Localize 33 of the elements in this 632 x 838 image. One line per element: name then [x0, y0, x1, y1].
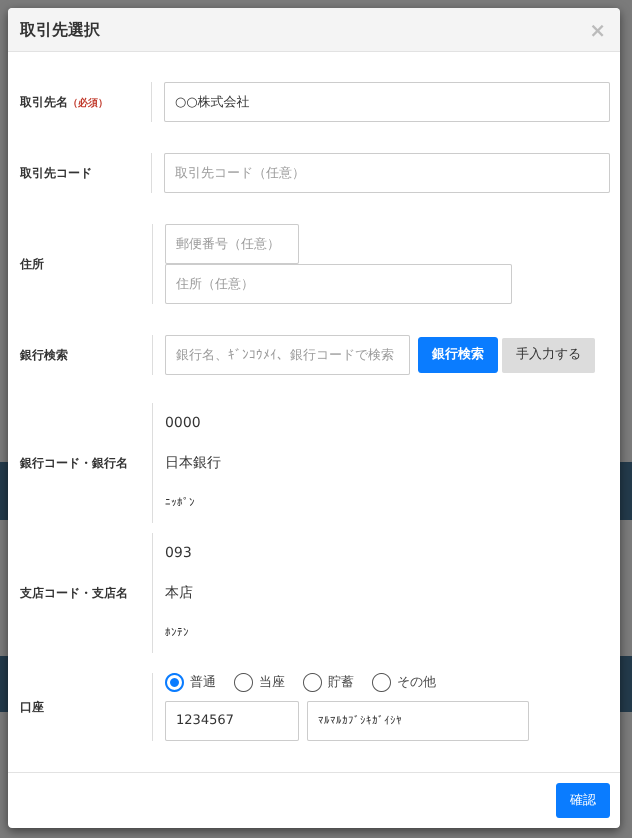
radio-button[interactable] — [165, 673, 184, 692]
radio-button[interactable] — [303, 673, 322, 692]
account-number-field[interactable]: 1234567 — [165, 700, 299, 740]
radio-label: 貯蓄 — [328, 674, 354, 692]
postal-code-field[interactable]: 郵便番号（任意） — [165, 224, 299, 264]
code-text: 093 — [165, 544, 192, 562]
address-field[interactable]: 住所（任意） — [165, 264, 512, 304]
kana-text: ﾆｯﾎﾟﾝ — [165, 494, 195, 511]
manual-entry-button[interactable]: 手入力する — [502, 338, 595, 372]
field-label: 口座 — [20, 700, 44, 714]
radio-label: 当座 — [259, 674, 285, 692]
field-label: 銀行検索 — [20, 348, 68, 362]
name-text: 本店 — [165, 584, 193, 602]
radio-button[interactable] — [234, 673, 253, 692]
radio-label: その他 — [397, 674, 436, 692]
confirm-button[interactable]: 確認 — [556, 783, 610, 818]
bank-search-field[interactable]: 銀行名、ｷﾞﾝｺｳﾒｲ、銀行コードで検索 — [165, 335, 410, 375]
bank-search-button[interactable]: 銀行検索 — [418, 337, 498, 373]
radio-button[interactable] — [372, 673, 391, 692]
field-label: 取引先名 — [20, 95, 68, 109]
code-text: 0000 — [165, 414, 201, 432]
text-field[interactable]: ○○株式会社 — [164, 82, 610, 122]
dialog-title: 取引先選択 — [20, 18, 100, 40]
text-field[interactable]: 取引先コード（任意） — [164, 153, 610, 193]
field-label: 住所 — [20, 257, 44, 271]
field-label: 取引先コード — [20, 166, 92, 180]
radio-label: 普通 — [190, 674, 216, 692]
account-holder-field[interactable]: ﾏﾙﾏﾙｶﾌﾞｼｷｶﾞｲｼﾔ — [307, 700, 529, 740]
kana-text: ﾎﾝﾃﾝ — [165, 624, 189, 641]
required-note: （必須） — [68, 98, 108, 109]
field-label: 支店コード・支店名 — [20, 586, 128, 600]
field-label: 銀行コード・銀行名 — [20, 456, 128, 470]
name-text: 日本銀行 — [165, 454, 221, 472]
